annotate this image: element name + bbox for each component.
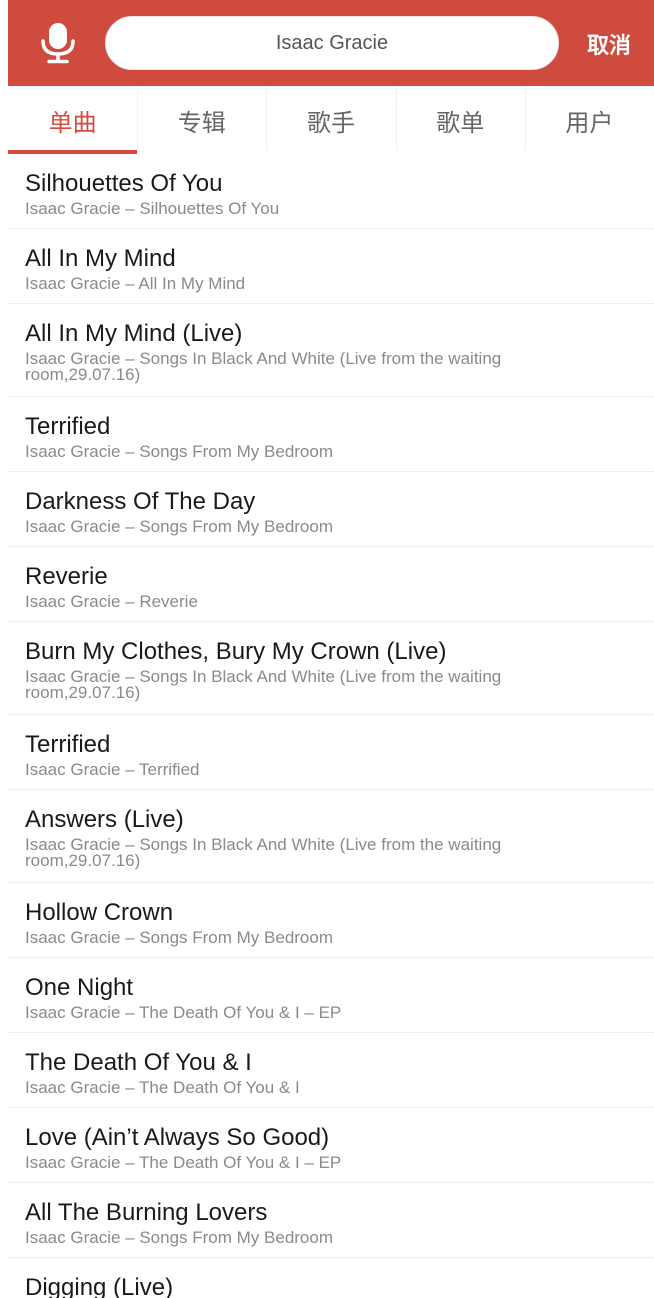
song-item[interactable]: The Death Of You & I Isaac Gracie – The … — [8, 1033, 654, 1108]
song-item[interactable]: Darkness Of The Day Isaac Gracie – Songs… — [8, 472, 654, 547]
search-header: Isaac Gracie 取消 — [8, 0, 654, 86]
song-item[interactable]: Love (Ain’t Always So Good) Isaac Gracie… — [8, 1108, 654, 1183]
song-subtitle: Isaac Gracie – All In My Mind — [25, 274, 246, 293]
app-frame: Isaac Gracie 取消 单曲 专辑 歌手 歌单 用户 Silhouett… — [0, 0, 654, 1298]
song-item[interactable]: Answers (Live) Isaac Gracie – Songs In B… — [8, 790, 654, 883]
search-input[interactable]: Isaac Gracie — [105, 16, 559, 70]
song-title: Love (Ain’t Always So Good) — [25, 1124, 330, 1151]
song-title: Hollow Crown — [25, 899, 174, 926]
song-item[interactable]: All In My Mind (Live) Isaac Gracie – Son… — [8, 304, 654, 397]
song-title: Terrified — [25, 731, 111, 758]
song-title: All The Burning Lovers — [25, 1199, 268, 1226]
song-title: Answers (Live) — [25, 806, 184, 833]
song-subtitle: Isaac Gracie – Songs In Black And White … — [25, 349, 502, 384]
song-item[interactable]: Digging (Live) — [8, 1258, 654, 1298]
song-title: Digging (Live) — [25, 1274, 174, 1298]
song-item[interactable]: Terrified Isaac Gracie – Terrified — [8, 715, 654, 790]
song-title: Darkness Of The Day — [25, 488, 256, 515]
song-subtitle: Isaac Gracie – The Death Of You & I – EP — [25, 1153, 342, 1172]
song-subtitle: Isaac Gracie – Songs In Black And White … — [25, 667, 502, 702]
song-subtitle: Isaac Gracie – Terrified — [25, 760, 200, 779]
song-subtitle: Isaac Gracie – Silhouettes Of You — [25, 199, 280, 218]
song-subtitle: Isaac Gracie – Songs From My Bedroom — [25, 517, 334, 536]
song-subtitle: Isaac Gracie – Songs From My Bedroom — [25, 442, 334, 461]
song-item[interactable]: Terrified Isaac Gracie – Songs From My B… — [8, 397, 654, 472]
song-title: Silhouettes Of You — [25, 170, 223, 197]
song-title: Reverie — [25, 563, 108, 590]
song-item[interactable]: Burn My Clothes, Bury My Crown (Live) Is… — [8, 622, 654, 715]
tab-users[interactable]: 用户 — [524, 86, 654, 154]
song-subtitle: Isaac Gracie – The Death Of You & I — [25, 1078, 300, 1097]
tab-songs[interactable]: 单曲 — [8, 86, 138, 154]
song-subtitle: Isaac Gracie – Songs From My Bedroom — [25, 928, 334, 947]
tab-artists[interactable]: 歌手 — [266, 86, 395, 154]
song-subtitle: Isaac Gracie – Reverie — [25, 592, 198, 611]
song-title: Burn My Clothes, Bury My Crown (Live) — [25, 638, 447, 665]
song-item[interactable]: Silhouettes Of You Isaac Gracie – Silhou… — [8, 154, 654, 229]
song-item[interactable]: Hollow Crown Isaac Gracie – Songs From M… — [8, 883, 654, 958]
song-item[interactable]: All In My Mind Isaac Gracie – All In My … — [8, 229, 654, 304]
song-item[interactable]: All The Burning Lovers Isaac Gracie – So… — [8, 1183, 654, 1258]
song-title: All In My Mind — [25, 245, 176, 272]
song-subtitle: Isaac Gracie – Songs In Black And White … — [25, 835, 502, 870]
song-title: Terrified — [25, 413, 111, 440]
tab-playlists[interactable]: 歌单 — [395, 86, 525, 154]
song-title: All In My Mind (Live) — [25, 320, 243, 347]
song-title: One Night — [25, 974, 134, 1001]
song-title: The Death Of You & I — [25, 1049, 252, 1076]
tab-albums[interactable]: 专辑 — [137, 86, 266, 154]
song-subtitle: Isaac Gracie – The Death Of You & I – EP — [25, 1003, 342, 1022]
song-item[interactable]: Reverie Isaac Gracie – Reverie — [8, 547, 654, 622]
cancel-button[interactable]: 取消 — [587, 28, 631, 60]
category-tabs: 单曲 专辑 歌手 歌单 用户 — [8, 86, 654, 154]
song-subtitle: Isaac Gracie – Songs From My Bedroom — [25, 1228, 334, 1247]
song-list: Silhouettes Of You Isaac Gracie – Silhou… — [8, 154, 654, 1298]
microphone-icon[interactable] — [38, 21, 78, 65]
song-item[interactable]: One Night Isaac Gracie – The Death Of Yo… — [8, 958, 654, 1033]
